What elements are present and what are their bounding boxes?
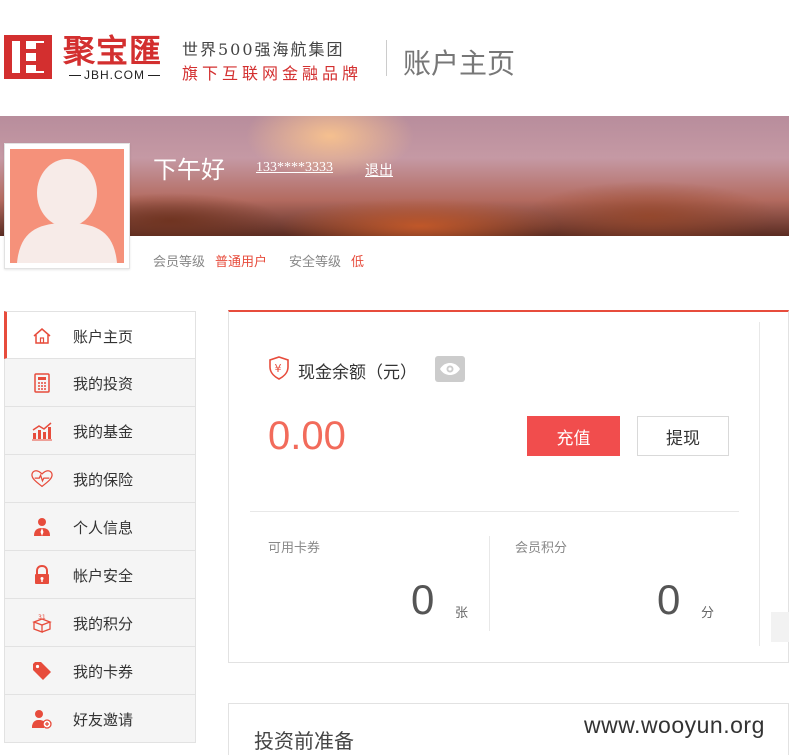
user-icon bbox=[31, 516, 53, 538]
withdraw-button[interactable]: 提现 bbox=[637, 416, 729, 456]
points-value[interactable]: 0 bbox=[657, 576, 680, 624]
sidebar-item-invite-friends[interactable]: 好友邀请 bbox=[4, 695, 196, 743]
sidebar-item-label: 我的保险 bbox=[73, 471, 134, 489]
divider bbox=[759, 322, 760, 646]
sidebar-item-account-security[interactable]: 帐户安全 bbox=[4, 551, 196, 599]
logo-text[interactable]: 聚宝匯 bbox=[63, 26, 162, 72]
points-label: 会员积分 bbox=[515, 541, 568, 556]
section-title: 投资前准备 bbox=[254, 729, 354, 753]
sidebar-item-label: 我的卡券 bbox=[73, 663, 134, 681]
sidebar-item-my-coupons[interactable]: 我的卡券 bbox=[4, 647, 196, 695]
coupons-unit: 张 bbox=[455, 606, 469, 621]
phone-number-link[interactable]: 133****3333 bbox=[256, 160, 333, 176]
sidebar-item-label: 我的投资 bbox=[73, 375, 134, 393]
divider bbox=[489, 536, 490, 631]
svg-text:¥: ¥ bbox=[275, 362, 282, 375]
sidebar-item-my-insurance[interactable]: 我的保险 bbox=[4, 455, 196, 503]
member-level-label: 会员等级 bbox=[153, 255, 206, 270]
security-level-value: 低 bbox=[351, 255, 365, 270]
balance-title: 现金余额（元） bbox=[298, 363, 417, 383]
greeting: 下午好 bbox=[153, 156, 225, 184]
sidebar-item-my-points[interactable]: 31 我的积分 bbox=[4, 599, 196, 647]
divider bbox=[250, 511, 739, 512]
points-unit: 分 bbox=[701, 606, 715, 621]
default-user-icon bbox=[17, 159, 117, 263]
slogan-line-2: 旗下互联网金融品牌 bbox=[182, 64, 363, 83]
sidebar-item-label: 账户主页 bbox=[73, 328, 134, 346]
recharge-button[interactable]: 充值 bbox=[527, 416, 620, 456]
logout-link[interactable]: 退出 bbox=[365, 160, 393, 180]
calculator-icon bbox=[31, 372, 53, 394]
member-level-value: 普通用户 bbox=[215, 255, 268, 270]
side-panel-edge bbox=[771, 612, 789, 642]
header-divider bbox=[386, 40, 387, 76]
site-header: 聚宝匯 JBH.COM 世界500强海航集团 旗下互联网金融品牌 账户主页 bbox=[0, 0, 789, 116]
sidebar-item-account-home[interactable]: 账户主页 bbox=[4, 311, 196, 359]
eye-icon[interactable] bbox=[435, 356, 465, 382]
logo-domain: JBH.COM bbox=[66, 68, 163, 82]
jbh-logo-icon[interactable] bbox=[4, 33, 52, 81]
sidebar-item-label: 我的积分 bbox=[73, 615, 134, 633]
sidebar-item-label: 个人信息 bbox=[73, 519, 134, 537]
sidebar-item-label: 帐户安全 bbox=[73, 567, 134, 585]
coupons-value[interactable]: 0 bbox=[411, 576, 434, 624]
shield-yuan-icon: ¥ bbox=[269, 356, 289, 380]
sidebar-item-my-investments[interactable]: 我的投资 bbox=[4, 359, 196, 407]
sidebar-item-label: 我的基金 bbox=[73, 423, 134, 441]
heart-pulse-icon bbox=[31, 468, 53, 490]
chart-icon bbox=[31, 420, 53, 442]
avatar[interactable] bbox=[4, 143, 130, 269]
sidebar-item-label: 好友邀请 bbox=[73, 711, 134, 729]
avatar-image bbox=[10, 149, 124, 263]
home-icon bbox=[31, 325, 53, 347]
page-title: 账户主页 bbox=[403, 47, 516, 80]
sidebar-item-my-funds[interactable]: 我的基金 bbox=[4, 407, 196, 455]
invite-user-icon bbox=[31, 708, 53, 730]
sidebar-nav: 账户主页 我的投资 我的基金 我的保险 个人信息 帐户安全 31 我的积分 我的… bbox=[4, 311, 196, 743]
gift-box-icon: 31 bbox=[31, 612, 53, 634]
sidebar-item-personal-info[interactable]: 个人信息 bbox=[4, 503, 196, 551]
tag-icon bbox=[31, 660, 53, 682]
watermark: www.wooyun.org bbox=[584, 712, 765, 738]
member-info: 会员等级 普通用户 安全等级低 bbox=[153, 251, 386, 270]
security-level-label: 安全等级 bbox=[289, 255, 342, 270]
balance-value: 0.00 bbox=[268, 414, 346, 458]
coupons-label: 可用卡券 bbox=[268, 541, 321, 556]
slogan-line-1: 世界500强海航集团 bbox=[182, 40, 345, 59]
lock-icon bbox=[31, 564, 53, 586]
